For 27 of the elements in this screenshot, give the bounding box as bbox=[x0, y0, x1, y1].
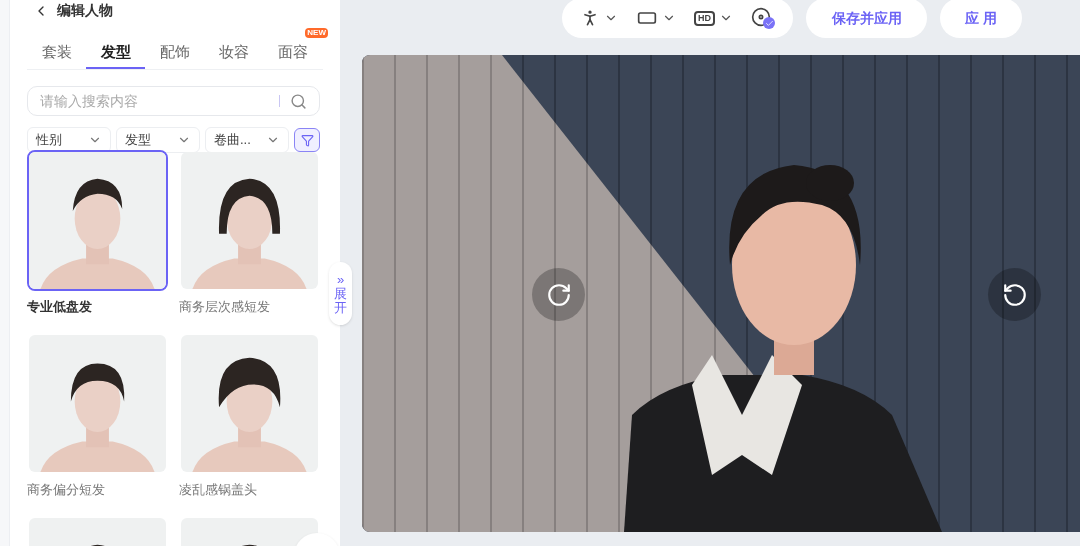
filter-icon bbox=[300, 133, 314, 147]
tab[interactable]: 发型 bbox=[86, 37, 145, 69]
rotate-icon bbox=[545, 281, 572, 308]
save-and-apply-button[interactable]: 保存并应用 bbox=[806, 0, 927, 38]
rotate-left-button[interactable] bbox=[532, 268, 585, 321]
expand-toggle[interactable]: » 展开 bbox=[329, 262, 352, 325]
expand-label: 展开 bbox=[334, 286, 347, 316]
camera-check-icon[interactable] bbox=[751, 7, 775, 29]
hairstyle-name: 凌乱感锅盖头 bbox=[178, 481, 258, 499]
filter-button[interactable] bbox=[294, 128, 320, 152]
hairstyle-name: 商务偏分短发 bbox=[27, 481, 106, 499]
new-badge: NEW bbox=[305, 28, 328, 38]
hairstyle-name: 专业低盘发 bbox=[27, 298, 93, 316]
search-icon[interactable] bbox=[290, 92, 307, 110]
rotate-icon bbox=[1001, 281, 1028, 308]
tab[interactable]: 面容 bbox=[263, 37, 322, 69]
tab[interactable]: 配饰 bbox=[145, 37, 204, 69]
search-bar[interactable]: 请输入搜索内容 bbox=[27, 86, 320, 116]
apply-button[interactable]: 应 用 bbox=[940, 0, 1022, 38]
search-field[interactable]: 请输入搜索内容 bbox=[40, 90, 279, 112]
hairstyle-name: 商务层次感短发 bbox=[178, 298, 271, 316]
page-title: 编辑人物 bbox=[57, 1, 113, 20]
rotate-right-button[interactable] bbox=[988, 268, 1041, 321]
tab[interactable]: 套装 bbox=[27, 37, 86, 69]
tab[interactable]: 妆容 bbox=[204, 37, 263, 69]
quality-icon[interactable]: HD bbox=[694, 10, 715, 26]
double-chevron: » bbox=[336, 271, 345, 287]
